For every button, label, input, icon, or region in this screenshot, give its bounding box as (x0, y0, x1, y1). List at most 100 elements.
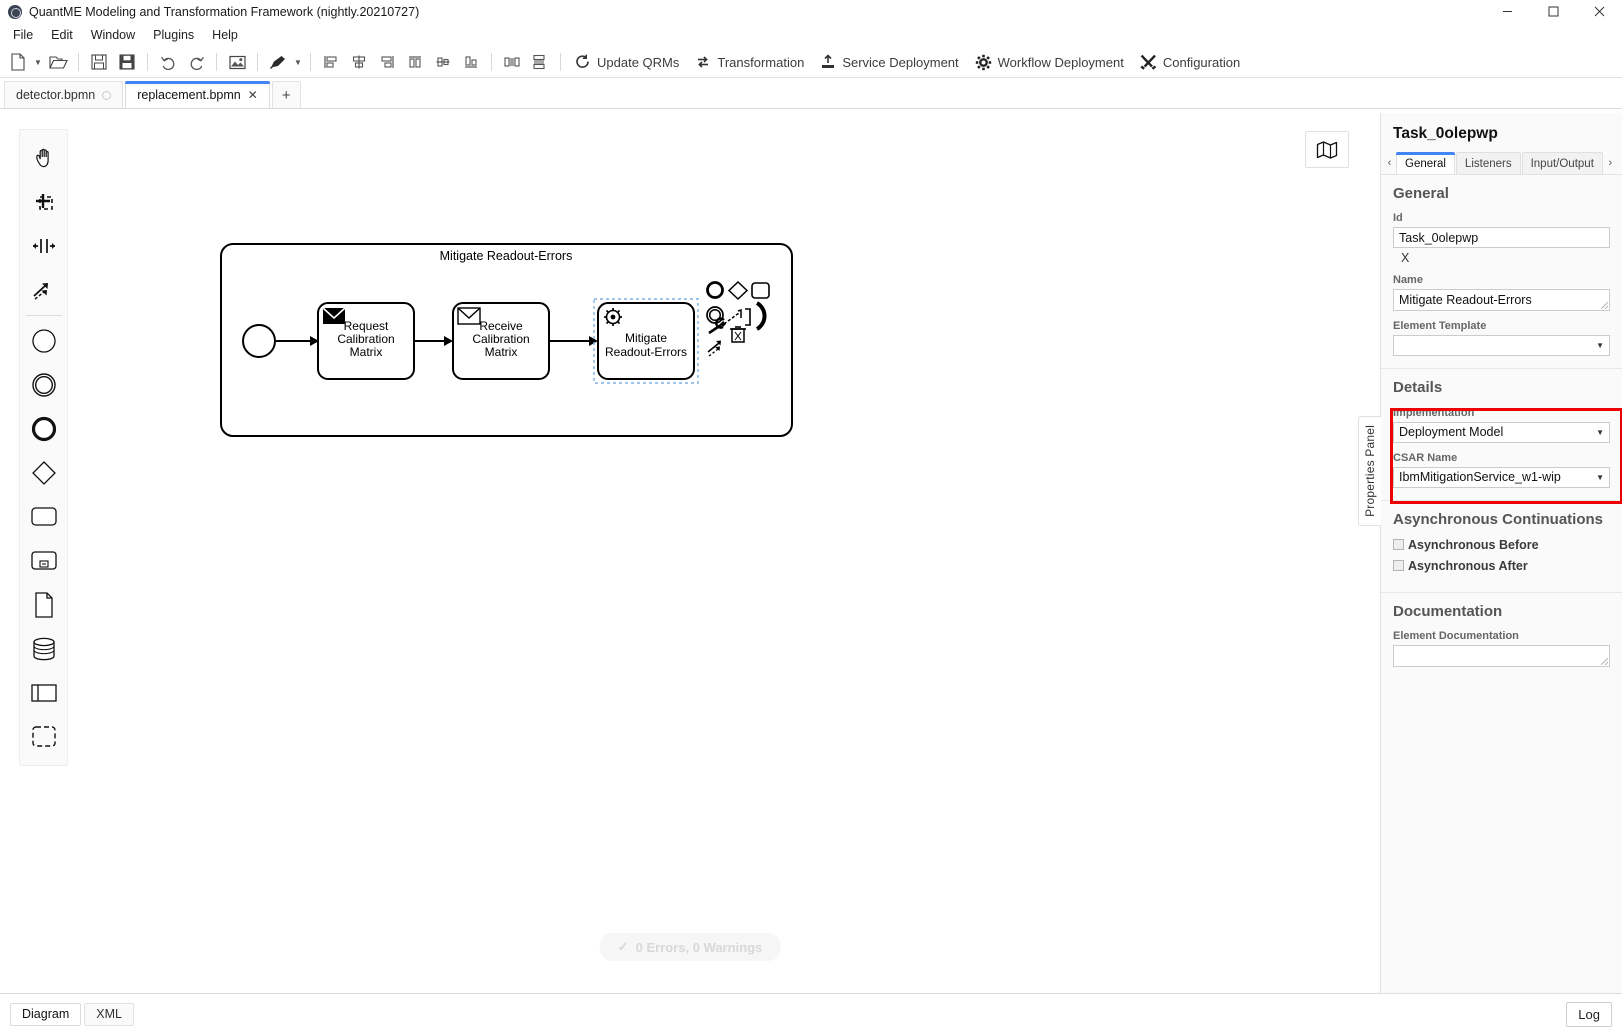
service-deployment-label: Service Deployment (842, 54, 959, 70)
chevron-left-icon[interactable]: ‹ (1383, 152, 1396, 174)
task-label-line: Request (344, 319, 389, 333)
undo-icon[interactable] (154, 49, 182, 75)
task-receive-calibration-matrix[interactable]: Receive Calibration Matrix (452, 302, 550, 380)
bottom-bar: Diagram XML Log (0, 993, 1622, 1034)
distribute-vertically-icon[interactable] (526, 49, 554, 75)
section-async-heading: Asynchronous Continuations (1393, 510, 1603, 528)
update-qrms-button[interactable]: Update QRMs (567, 51, 687, 73)
tab-label: detector.bpmn (16, 88, 96, 102)
task-label-line: Receive (479, 319, 523, 333)
start-event-shape[interactable] (242, 324, 276, 358)
app-logo-icon (8, 4, 22, 19)
tab-close-icon[interactable]: ✕ (248, 89, 258, 101)
set-color-icon[interactable] (264, 49, 292, 75)
element-documentation-label: Element Documentation (1393, 630, 1519, 642)
bpmn-diagram[interactable]: Mitigate Readout-Errors Request Calibrat… (0, 113, 1380, 993)
properties-panel-handle[interactable]: Properties Panel (1358, 416, 1381, 526)
name-label: Name (1393, 274, 1423, 287)
tab-general[interactable]: General (1396, 152, 1455, 174)
append-end-event-icon[interactable] (706, 281, 724, 299)
main-area: Mitigate Readout-Errors Request Calibrat… (0, 113, 1622, 993)
csar-name-value: IbmMitigationService_w1-wip (1399, 470, 1561, 484)
menu-help[interactable]: Help (203, 26, 247, 44)
tab-input-output[interactable]: Input/Output (1521, 152, 1603, 174)
close-button[interactable] (1576, 0, 1622, 23)
id-field[interactable]: Task_0olepwp (1393, 227, 1610, 249)
append-task-icon[interactable] (751, 282, 770, 299)
transformation-button[interactable]: Transformation (687, 51, 812, 73)
implementation-label: Implementation (1393, 406, 1475, 419)
maximize-button[interactable] (1530, 0, 1576, 23)
delete-icon[interactable] (730, 326, 746, 343)
update-qrms-label: Update QRMs (597, 54, 680, 70)
minimize-button[interactable] (1484, 0, 1530, 23)
menu-edit[interactable]: Edit (42, 26, 82, 44)
append-intermediate-event-icon[interactable] (706, 306, 724, 324)
implementation-select[interactable]: Deployment Model ▼ (1393, 421, 1610, 443)
chevron-down-icon: ▼ (1596, 472, 1604, 482)
menu-file[interactable]: File (4, 26, 42, 44)
id-clear-button[interactable]: X (1393, 248, 1610, 265)
toolbar: ▼ ▼ Update QRMs Transformation Service D… (0, 47, 1622, 78)
bottom-tab-xml[interactable]: XML (84, 1002, 134, 1026)
task-request-calibration-matrix[interactable]: Request Calibration Matrix (317, 302, 415, 380)
new-file-caret-icon[interactable]: ▼ (32, 49, 44, 75)
section-documentation: Documentation Element Documentation (1381, 593, 1622, 679)
distribute-horizontally-icon[interactable] (498, 49, 526, 75)
align-center-icon[interactable] (345, 49, 373, 75)
task-mitigate-readout-errors[interactable]: Mitigate Readout-Errors (593, 298, 699, 384)
save-icon[interactable] (85, 49, 113, 75)
send-task-icon (322, 307, 346, 324)
align-top-icon[interactable] (401, 49, 429, 75)
configuration-label: Configuration (1162, 54, 1241, 70)
toolbar-divider (310, 53, 311, 71)
export-image-icon[interactable] (223, 49, 251, 75)
properties-tab-bar: ‹ General Listeners Input/Output › (1381, 151, 1622, 175)
menu-window[interactable]: Window (82, 26, 144, 44)
element-template-label: Element Template (1393, 320, 1487, 333)
toolbar-divider (491, 53, 492, 71)
service-deployment-button[interactable]: Service Deployment (812, 51, 966, 73)
align-bottom-icon[interactable] (457, 49, 485, 75)
align-middle-icon[interactable] (429, 49, 457, 75)
menu-plugins[interactable]: Plugins (144, 26, 203, 44)
check-icon: ✓ (617, 939, 629, 954)
properties-body: General Id Task_0olepwp X Name Mitigate … (1381, 175, 1622, 993)
csar-name-select[interactable]: IbmMitigationService_w1-wip ▼ (1393, 466, 1610, 488)
properties-panel-handle-label: Properties Panel (1363, 425, 1377, 517)
save-as-icon[interactable] (113, 49, 141, 75)
new-file-icon[interactable] (4, 49, 32, 75)
chevron-right-icon[interactable]: › (1604, 152, 1617, 174)
asynchronous-before-checkbox[interactable] (1393, 539, 1404, 551)
asynchronous-before-row[interactable]: Asynchronous Before (1393, 538, 1610, 552)
configuration-button[interactable]: Configuration (1132, 51, 1248, 73)
open-file-icon[interactable] (44, 49, 72, 75)
implementation-value: Deployment Model (1399, 425, 1504, 439)
status-text: 0 Errors, 0 Warnings (635, 939, 763, 955)
toolbar-divider (257, 53, 258, 71)
csar-name-label: CSAR Name (1393, 451, 1458, 464)
task-label-line: Calibration (337, 332, 394, 346)
element-documentation-field[interactable] (1393, 645, 1610, 667)
align-right-icon[interactable] (373, 49, 401, 75)
asynchronous-after-checkbox[interactable] (1393, 560, 1404, 572)
tab-listeners[interactable]: Listeners (1455, 152, 1521, 174)
redo-icon[interactable] (182, 49, 210, 75)
align-left-icon[interactable] (317, 49, 345, 75)
asynchronous-after-label: Asynchronous After (1408, 558, 1528, 573)
set-color-caret-icon[interactable]: ▼ (292, 49, 304, 75)
add-tab-button[interactable]: + (271, 81, 301, 108)
workflow-deployment-button[interactable]: Workflow Deployment (967, 51, 1132, 74)
tab-detector-bpmn[interactable]: detector.bpmn (4, 81, 124, 108)
bottom-tab-diagram[interactable]: Diagram (10, 1002, 82, 1026)
section-details: Details Implementation Deployment Model … (1381, 369, 1622, 501)
name-field[interactable]: Mitigate Readout-Errors (1393, 289, 1610, 312)
quantme-task-icon (604, 308, 622, 326)
tab-replacement-bpmn[interactable]: replacement.bpmn ✕ (125, 81, 270, 108)
log-button[interactable]: Log (1566, 1001, 1612, 1027)
asynchronous-after-row[interactable]: Asynchronous After (1393, 559, 1610, 573)
element-template-select[interactable]: ▼ (1393, 335, 1610, 357)
unsaved-dot-icon[interactable] (102, 90, 112, 100)
editor-tab-bar: detector.bpmn replacement.bpmn ✕ + (0, 78, 1622, 109)
diagram-canvas[interactable]: Mitigate Readout-Errors Request Calibrat… (0, 113, 1380, 993)
